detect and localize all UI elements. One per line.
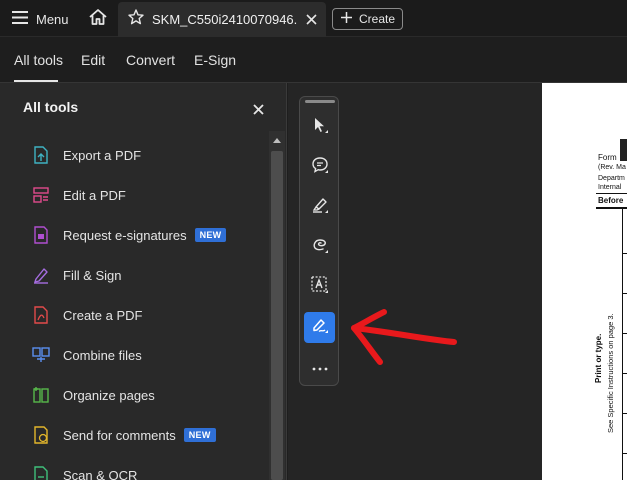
doc-row-line	[622, 373, 627, 374]
tool-combine-files[interactable]: Combine files	[31, 343, 261, 367]
doc-before-label: Before	[598, 196, 624, 205]
menu-button[interactable]: Menu	[12, 8, 69, 30]
doc-internal-label: Internal	[598, 184, 622, 191]
edit-pdf-icon	[31, 185, 51, 205]
hamburger-icon	[12, 11, 28, 27]
highlight-icon	[311, 196, 329, 219]
tool-label: Combine files	[63, 347, 142, 363]
panel-scrollbar[interactable]	[269, 131, 285, 480]
tool-scan-ocr[interactable]: Scan & OCR	[31, 463, 261, 480]
toolbar-drag-handle[interactable]	[305, 100, 335, 103]
doc-rev-label: (Rev. Ma	[598, 164, 626, 171]
menu-label: Menu	[36, 11, 69, 27]
close-panel-icon[interactable]	[251, 102, 265, 116]
text-recognition-tool-button[interactable]	[304, 272, 335, 303]
tool-export-pdf[interactable]: Export a PDF	[31, 143, 261, 167]
doc-row-line	[622, 333, 627, 334]
comment-tool-button[interactable]	[304, 152, 335, 183]
request-signature-icon	[31, 225, 51, 245]
tool-edit-pdf[interactable]: Edit a PDF	[31, 183, 261, 207]
doc-row-line	[622, 253, 627, 254]
quick-tools-toolbar	[299, 96, 339, 386]
document-tab[interactable]: SKM_C550i2410070946...	[118, 2, 326, 37]
tab-convert[interactable]: Convert	[126, 52, 175, 68]
title-bar: Menu SKM_C550i2410070946... Create	[0, 0, 627, 37]
tab-all-tools[interactable]: All tools	[14, 52, 63, 68]
doc-department-label: Departm	[598, 175, 625, 182]
doc-print-or-type: Print or type.	[594, 333, 603, 383]
close-tab-icon[interactable]	[304, 12, 318, 26]
more-horizontal-icon	[312, 358, 328, 376]
highlight-tool-button[interactable]	[304, 192, 335, 223]
pdf-page: Form (Rev. Ma Departm Internal Before Pr…	[542, 83, 627, 480]
new-badge: NEW	[183, 428, 216, 442]
create-pdf-icon	[31, 305, 51, 325]
doc-row-line	[622, 453, 627, 454]
sign-tool-button[interactable]	[304, 312, 335, 343]
doc-row-line	[622, 413, 627, 414]
form-title-glyph	[620, 139, 627, 161]
scroll-up-icon[interactable]	[269, 133, 285, 147]
red-arrow-annotation	[351, 309, 457, 365]
tool-label: Request e-signatures	[63, 227, 187, 243]
sign-pen-icon	[311, 316, 329, 339]
tab-e-sign[interactable]: E-Sign	[194, 52, 236, 68]
add-comment-icon	[311, 156, 329, 179]
star-icon[interactable]	[128, 9, 144, 30]
tool-send-for-comments[interactable]: Send for comments NEW	[31, 423, 261, 447]
select-cursor-icon	[311, 116, 329, 139]
more-tools-button[interactable]	[304, 356, 335, 378]
export-pdf-icon	[31, 145, 51, 165]
all-tools-panel: All tools Export a PDF Edit a PDF Reques…	[0, 83, 287, 480]
tool-label: Scan & OCR	[63, 467, 138, 480]
create-label: Create	[359, 12, 396, 26]
home-button[interactable]	[87, 8, 109, 30]
send-comments-icon	[31, 425, 51, 445]
scan-ocr-icon	[31, 465, 51, 480]
fill-sign-icon	[31, 265, 51, 285]
home-icon	[88, 8, 108, 31]
menu-tabs: All tools Edit Convert E-Sign	[0, 37, 627, 83]
tool-label: Organize pages	[63, 387, 155, 403]
tool-label: Send for comments	[63, 427, 176, 443]
draw-freehand-icon	[311, 236, 329, 259]
tab-title: SKM_C550i2410070946...	[152, 12, 298, 27]
combine-files-icon	[31, 345, 51, 365]
tool-label: Fill & Sign	[63, 267, 122, 283]
doc-column-line	[622, 209, 623, 480]
organize-pages-icon	[31, 385, 51, 405]
new-badge: NEW	[194, 228, 227, 242]
doc-rule	[596, 193, 627, 194]
tool-label: Create a PDF	[63, 307, 143, 323]
tool-label: Edit a PDF	[63, 187, 126, 203]
select-tool-button[interactable]	[304, 112, 335, 143]
tool-request-e-signatures[interactable]: Request e-signatures NEW	[31, 223, 261, 247]
create-button[interactable]: Create	[332, 8, 403, 30]
active-tab-indicator	[14, 80, 58, 82]
tool-label: Export a PDF	[63, 147, 142, 163]
tool-create-pdf[interactable]: Create a PDF	[31, 303, 261, 327]
plus-icon	[341, 12, 352, 26]
doc-specific-instructions: See Specific Instructions on page 3.	[606, 313, 615, 433]
doc-row-line	[622, 293, 627, 294]
doc-form-label: Form	[598, 153, 617, 162]
scroll-thumb[interactable]	[271, 151, 283, 480]
tab-edit[interactable]: Edit	[81, 52, 105, 68]
text-recognition-icon	[310, 276, 329, 299]
draw-tool-button[interactable]	[304, 232, 335, 263]
panel-title: All tools	[23, 99, 79, 115]
tool-organize-pages[interactable]: Organize pages	[31, 383, 261, 407]
tool-fill-sign[interactable]: Fill & Sign	[31, 263, 261, 287]
